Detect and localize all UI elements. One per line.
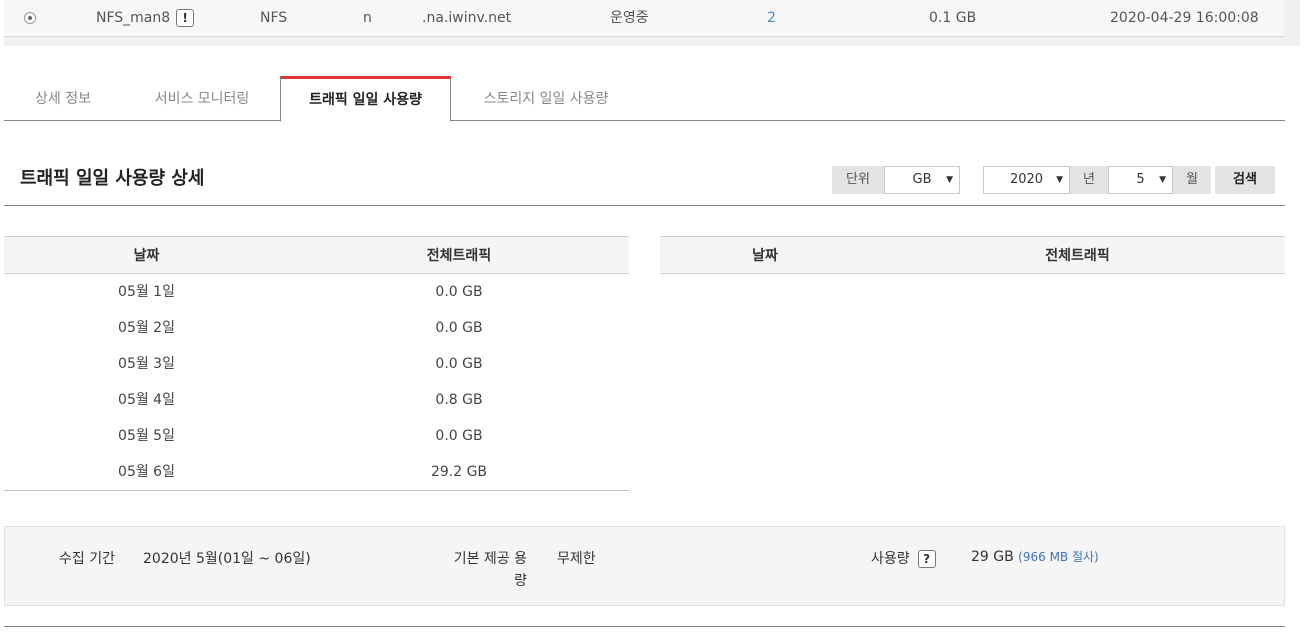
quota-label-line1: 기본 제공 용 bbox=[453, 551, 527, 567]
scrollbar-track[interactable] bbox=[1284, 0, 1300, 46]
section-divider bbox=[4, 205, 1285, 206]
usage-label: 사용량? bbox=[871, 548, 936, 568]
usage-amount: 29 GB bbox=[971, 549, 1014, 565]
table-row: 05월 2일 0.0 GB bbox=[4, 310, 629, 346]
section-title: 트래픽 일일 사용량 상세 bbox=[20, 168, 205, 189]
server-status: 운영중 bbox=[610, 10, 649, 26]
tab-storage-daily[interactable]: 스토리지 일일 사용량 bbox=[451, 76, 641, 121]
help-icon[interactable]: ? bbox=[917, 550, 936, 568]
server-radio[interactable] bbox=[24, 12, 36, 24]
table-row: 05월 4일 0.8 GB bbox=[4, 382, 629, 418]
year-label: 년 bbox=[1070, 166, 1108, 194]
tab-bar: 상세 정보 서비스 모니터링 트래픽 일일 사용량 스토리지 일일 사용량 bbox=[4, 76, 1285, 122]
search-button[interactable]: 검색 bbox=[1215, 166, 1275, 194]
quota-label-line2: 량 bbox=[514, 573, 527, 589]
year-select-value: 2020 bbox=[1009, 172, 1044, 187]
usage-label-text: 사용량 bbox=[871, 551, 910, 567]
col-date-header: 날짜 bbox=[133, 248, 160, 264]
server-size: 0.1 GB bbox=[929, 10, 977, 26]
table-bottom-border bbox=[4, 490, 629, 491]
quota-label: 기본 제공 용 량 bbox=[445, 548, 527, 590]
quota-value: 무제한 bbox=[557, 551, 596, 567]
cell-date: 05월 1일 bbox=[118, 284, 175, 300]
traffic-table-2: 날짜 전체트래픽 bbox=[660, 236, 1285, 274]
table-row: 05월 5일 0.0 GB bbox=[4, 418, 629, 454]
tab-service-monitoring[interactable]: 서비스 모니터링 bbox=[122, 76, 282, 121]
table-header: 날짜 전체트래픽 bbox=[4, 236, 629, 274]
dropdown-arrow-icon: ▼ bbox=[1056, 175, 1063, 185]
cell-traffic: 0.0 GB bbox=[435, 428, 483, 444]
cell-date: 05월 4일 bbox=[118, 392, 175, 408]
cell-traffic: 29.2 GB bbox=[430, 464, 488, 480]
cell-date: 05월 3일 bbox=[118, 356, 175, 372]
month-select-value: 5 bbox=[1136, 172, 1145, 187]
month-label: 월 bbox=[1173, 166, 1211, 194]
cell-traffic: 0.8 GB bbox=[435, 392, 483, 408]
server-name-text: NFS_man8 bbox=[96, 10, 171, 26]
year-select[interactable]: 2020 ▼ bbox=[983, 166, 1070, 194]
server-row[interactable]: NFS_man8! NFS n .na.iwinv.net 운영중 2 0.1 … bbox=[4, 0, 1284, 37]
cell-date: 05월 2일 bbox=[118, 320, 175, 336]
server-created: 2020-04-29 16:00:08 bbox=[1110, 10, 1259, 26]
server-name: NFS_man8! bbox=[96, 0, 195, 37]
usage-note: (966 MB 절사) bbox=[1018, 550, 1099, 564]
period-value: 2020년 5월(01일 ~ 06일) bbox=[143, 551, 311, 567]
server-count-link[interactable]: 2 bbox=[767, 0, 776, 37]
dropdown-arrow-icon: ▼ bbox=[1159, 175, 1166, 185]
col-date-header: 날짜 bbox=[752, 248, 778, 264]
row-shadow bbox=[4, 37, 1300, 46]
server-type: NFS bbox=[260, 10, 288, 26]
cell-date: 05월 6일 bbox=[118, 464, 175, 480]
dropdown-arrow-icon: ▼ bbox=[946, 175, 953, 185]
table-row: 05월 6일 29.2 GB bbox=[4, 454, 629, 490]
warning-icon[interactable]: ! bbox=[176, 9, 195, 27]
col-traffic-header: 전체트래픽 bbox=[1045, 248, 1110, 264]
tab-traffic-daily[interactable]: 트래픽 일일 사용량 bbox=[280, 76, 451, 122]
period-label: 수집 기간 bbox=[59, 551, 115, 567]
cell-date: 05월 5일 bbox=[118, 428, 175, 444]
unit-label: 단위 bbox=[832, 166, 884, 194]
cell-traffic: 0.0 GB bbox=[435, 320, 483, 336]
month-select[interactable]: 5 ▼ bbox=[1108, 166, 1173, 194]
table-header: 날짜 전체트래픽 bbox=[660, 236, 1285, 274]
traffic-table: 날짜 전체트래픽 05월 1일 0.0 GB 05월 2일 0.0 GB 05월… bbox=[4, 236, 629, 491]
server-flag: n bbox=[363, 10, 372, 26]
col-traffic-header: 전체트래픽 bbox=[426, 248, 492, 264]
table-row: 05월 3일 0.0 GB bbox=[4, 346, 629, 382]
usage-value: 29 GB (966 MB 절사) bbox=[971, 548, 1099, 565]
bottom-divider bbox=[4, 626, 1285, 627]
unit-select-value: GB bbox=[912, 172, 932, 187]
summary-box: 수집 기간 2020년 5월(01일 ~ 06일) 기본 제공 용 량 무제한 … bbox=[4, 526, 1285, 606]
cell-traffic: 0.0 GB bbox=[435, 356, 483, 372]
table-row: 05월 1일 0.0 GB bbox=[4, 274, 629, 310]
unit-select[interactable]: GB ▼ bbox=[884, 166, 960, 194]
tab-details[interactable]: 상세 정보 bbox=[4, 76, 122, 121]
cell-traffic: 0.0 GB bbox=[435, 284, 483, 300]
server-host: .na.iwinv.net bbox=[422, 10, 512, 26]
